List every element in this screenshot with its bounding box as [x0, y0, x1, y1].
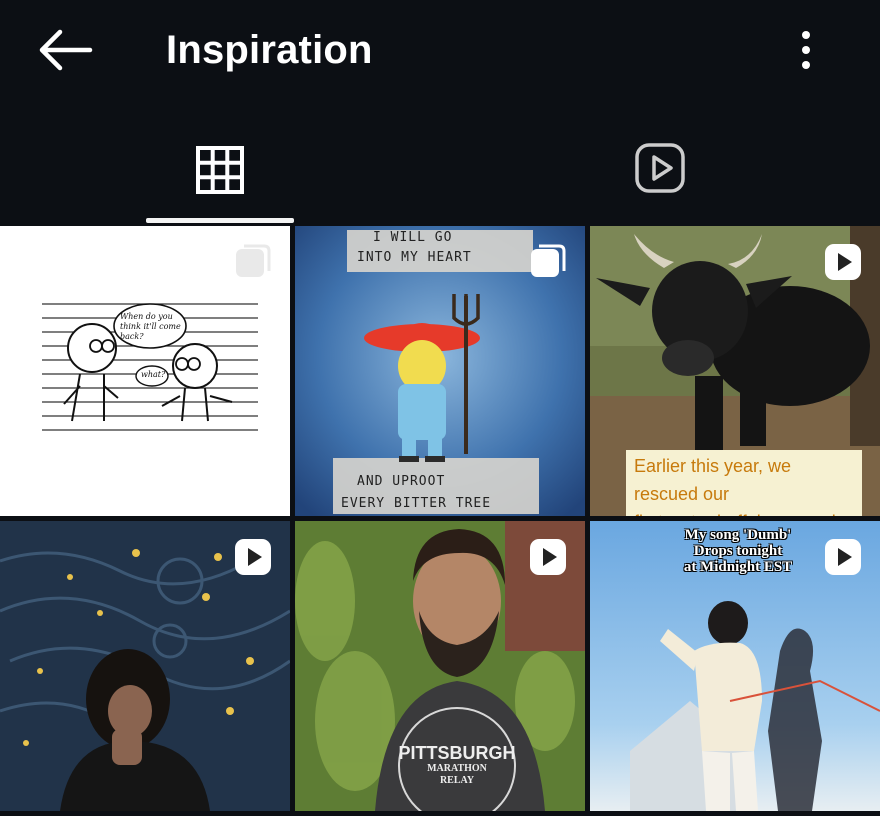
- more-options-button[interactable]: [784, 22, 828, 78]
- page-title: Inspiration: [166, 28, 373, 72]
- post-tile-starry-night[interactable]: [0, 521, 290, 811]
- post-caption-overlay: Earlier this year, we rescued our first …: [626, 450, 862, 516]
- reel-play-icon: [825, 539, 861, 575]
- reel-play-icon: [530, 539, 566, 575]
- post-tile-water-buffalo[interactable]: Earlier this year, we rescued our first …: [590, 226, 880, 516]
- song-caption-line-2: Drops tonight: [693, 543, 783, 559]
- shirt-text-line-2: MARATHON: [427, 763, 487, 774]
- comic-bubble-text: When do you think it'll come back?: [120, 312, 181, 341]
- comic-bottom-text-2: EVERY BITTER TREE: [341, 496, 492, 511]
- song-caption-line-1: My song 'Dumb': [684, 527, 792, 543]
- comic-top-text-1: I WILL GO: [373, 230, 453, 245]
- tab-bar: [0, 118, 880, 224]
- arrow-left-icon: [39, 29, 93, 71]
- song-caption-overlay: My song 'Dumb' Drops tonight at Midnight…: [648, 527, 828, 575]
- caption-line-1: Earlier this year, we rescued our: [634, 456, 792, 504]
- shirt-text-line-3: RELAY: [439, 775, 475, 786]
- comic-bottom-text-1: AND UPROOT: [357, 474, 446, 489]
- tab-reels[interactable]: [586, 118, 734, 224]
- grid-icon: [196, 146, 244, 194]
- comic-top-text-2: INTO MY HEART: [357, 250, 472, 265]
- carousel-icon: [236, 244, 271, 277]
- posts-grid: When do you think it'll come back? what?: [0, 226, 880, 816]
- reels-play-icon: [635, 143, 685, 193]
- caption-line-2: first water buffalo, named Rufus: [634, 508, 854, 516]
- shirt-text-line-1: PITTSBURGH: [398, 743, 516, 763]
- post-tile-song-promo[interactable]: My song 'Dumb' Drops tonight at Midnight…: [590, 521, 880, 811]
- post-tile-comic-sketch[interactable]: When do you think it'll come back? what?: [0, 226, 290, 516]
- post-tile-bearded-man[interactable]: PITTSBURGH MARATHON RELAY: [295, 521, 585, 811]
- tab-posts-grid[interactable]: [146, 118, 294, 224]
- reel-play-icon: [235, 539, 271, 575]
- carousel-icon: [531, 244, 566, 277]
- post-tile-painted-comic[interactable]: I WILL GO INTO MY HEART AND UPROOT EVERY…: [295, 226, 585, 516]
- reel-play-icon: [825, 244, 861, 280]
- song-caption-line-3: at Midnight EST: [683, 559, 793, 575]
- app-header: Inspiration: [0, 0, 880, 100]
- more-vertical-icon: [802, 31, 810, 69]
- back-button[interactable]: [30, 22, 96, 78]
- comic-bubble-text-small: what?: [141, 370, 166, 379]
- selected-tab-indicator: [146, 218, 294, 223]
